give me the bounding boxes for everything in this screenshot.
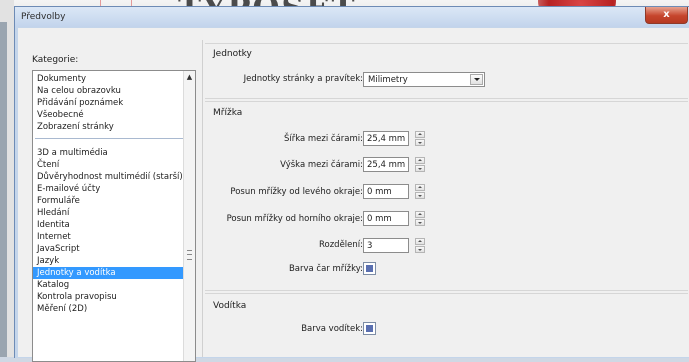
units-section: Jednotky Jednotky stránky a pravítek: Mi… bbox=[205, 43, 688, 99]
guides-color-swatch[interactable] bbox=[363, 322, 376, 335]
grid-height-label: Výška mezi čárami: bbox=[280, 160, 363, 170]
list-item[interactable]: Důvěryhodnost multimédií (starší) bbox=[33, 171, 195, 183]
units-dropdown[interactable]: Milimetry bbox=[363, 72, 485, 87]
spin-down-icon[interactable] bbox=[415, 219, 425, 226]
guides-color-fill bbox=[366, 325, 373, 332]
list-item[interactable]: Kontrola pravopisu bbox=[33, 291, 195, 303]
title-bar[interactable]: Předvolby x bbox=[15, 7, 689, 27]
grid-width-label: Šířka mezi čárami: bbox=[283, 134, 363, 144]
close-icon: x bbox=[663, 9, 670, 20]
grid-width-stepper[interactable] bbox=[415, 131, 425, 146]
list-item[interactable]: Katalog bbox=[33, 279, 195, 291]
spin-up-icon[interactable] bbox=[415, 211, 425, 218]
list-item[interactable]: 3D a multimédia bbox=[33, 147, 195, 159]
grid-section: Mřížka Šířka mezi čárami: 25,4 mm Výška … bbox=[205, 101, 688, 291]
list-item[interactable]: Jednotky a vodítka bbox=[33, 267, 195, 279]
categories-label: Kategorie: bbox=[32, 55, 79, 65]
panel-divider bbox=[202, 40, 203, 357]
grid-width-field[interactable]: 25,4 mm bbox=[363, 131, 409, 146]
list-scrollbar[interactable]: ▲ bbox=[183, 71, 195, 361]
grid-subdivision-label: Rozdělení: bbox=[318, 240, 363, 250]
grid-offset-left-label: Posun mřížky od levého okraje: bbox=[230, 187, 363, 197]
spin-down-icon[interactable] bbox=[415, 165, 425, 172]
spin-down-icon[interactable] bbox=[415, 139, 425, 146]
spin-up-icon[interactable] bbox=[415, 157, 425, 164]
grid-title: Mřížka bbox=[213, 108, 243, 118]
grid-offset-left-stepper[interactable] bbox=[415, 184, 425, 199]
list-item[interactable]: Měření (2D) bbox=[33, 303, 195, 315]
grid-subdivision-field[interactable]: 3 bbox=[363, 238, 409, 253]
background-edge-dark bbox=[0, 22, 7, 357]
grid-subdivision-value: 3 bbox=[367, 241, 373, 251]
list-item[interactable]: Čtení bbox=[33, 159, 195, 171]
list-item[interactable]: Na celou obrazovku bbox=[33, 85, 195, 97]
grid-height-value: 25,4 mm bbox=[367, 160, 406, 170]
list-item[interactable]: Internet bbox=[33, 231, 195, 243]
spin-up-icon[interactable] bbox=[415, 184, 425, 191]
list-item[interactable]: Všeobecné bbox=[33, 109, 195, 121]
spin-down-icon[interactable] bbox=[415, 246, 425, 253]
grid-color-fill bbox=[366, 265, 373, 272]
list-item[interactable]: Identita bbox=[33, 219, 195, 231]
close-button[interactable]: x bbox=[645, 7, 688, 24]
grid-offset-top-label: Posun mřížky od horního okraje: bbox=[226, 214, 363, 224]
grid-offset-top-field[interactable]: 0 mm bbox=[363, 211, 409, 226]
grid-height-field[interactable]: 25,4 mm bbox=[363, 157, 409, 172]
spin-down-icon[interactable] bbox=[415, 192, 425, 199]
units-title: Jednotky bbox=[213, 49, 252, 59]
list-item[interactable]: JavaScript bbox=[33, 243, 195, 255]
grid-height-stepper[interactable] bbox=[415, 157, 425, 172]
chevron-down-icon[interactable] bbox=[470, 74, 483, 85]
guides-color-label: Barva vodítek: bbox=[301, 324, 363, 334]
list-item[interactable]: Formuláře bbox=[33, 195, 195, 207]
spin-up-icon[interactable] bbox=[415, 131, 425, 138]
units-dropdown-value: Milimetry bbox=[368, 75, 408, 85]
list-item[interactable]: Dokumenty bbox=[33, 73, 195, 85]
grid-width-value: 25,4 mm bbox=[367, 134, 406, 144]
units-label: Jednotky stránky a pravítek: bbox=[243, 74, 363, 84]
categories-list[interactable]: Dokumenty Na celou obrazovku Přidávání poz… bbox=[32, 70, 196, 362]
spin-up-icon[interactable] bbox=[415, 238, 425, 245]
list-separator bbox=[35, 133, 193, 139]
list-item[interactable]: Přidávání poznámek bbox=[33, 97, 195, 109]
scroll-grip-icon[interactable] bbox=[187, 250, 192, 260]
guides-section: Vodítka Barva vodítek: bbox=[205, 293, 688, 358]
grid-offset-left-value: 0 mm bbox=[367, 187, 392, 197]
list-item[interactable]: Hledání bbox=[33, 207, 195, 219]
grid-subdivision-stepper[interactable] bbox=[415, 238, 425, 253]
list-item[interactable]: Jazyk bbox=[33, 255, 195, 267]
grid-offset-left-field[interactable]: 0 mm bbox=[363, 184, 409, 199]
grid-color-swatch[interactable] bbox=[363, 262, 376, 275]
scroll-up-icon[interactable]: ▲ bbox=[185, 73, 194, 82]
grid-offset-top-stepper[interactable] bbox=[415, 211, 425, 226]
guides-title: Vodítka bbox=[213, 301, 247, 311]
window-title: Předvolby bbox=[21, 12, 66, 22]
list-item[interactable]: Zobrazení stránky bbox=[33, 121, 195, 133]
grid-offset-top-value: 0 mm bbox=[367, 214, 392, 224]
list-item[interactable]: E-mailové účty bbox=[33, 183, 195, 195]
grid-color-label: Barva čar mřížky: bbox=[288, 264, 363, 274]
